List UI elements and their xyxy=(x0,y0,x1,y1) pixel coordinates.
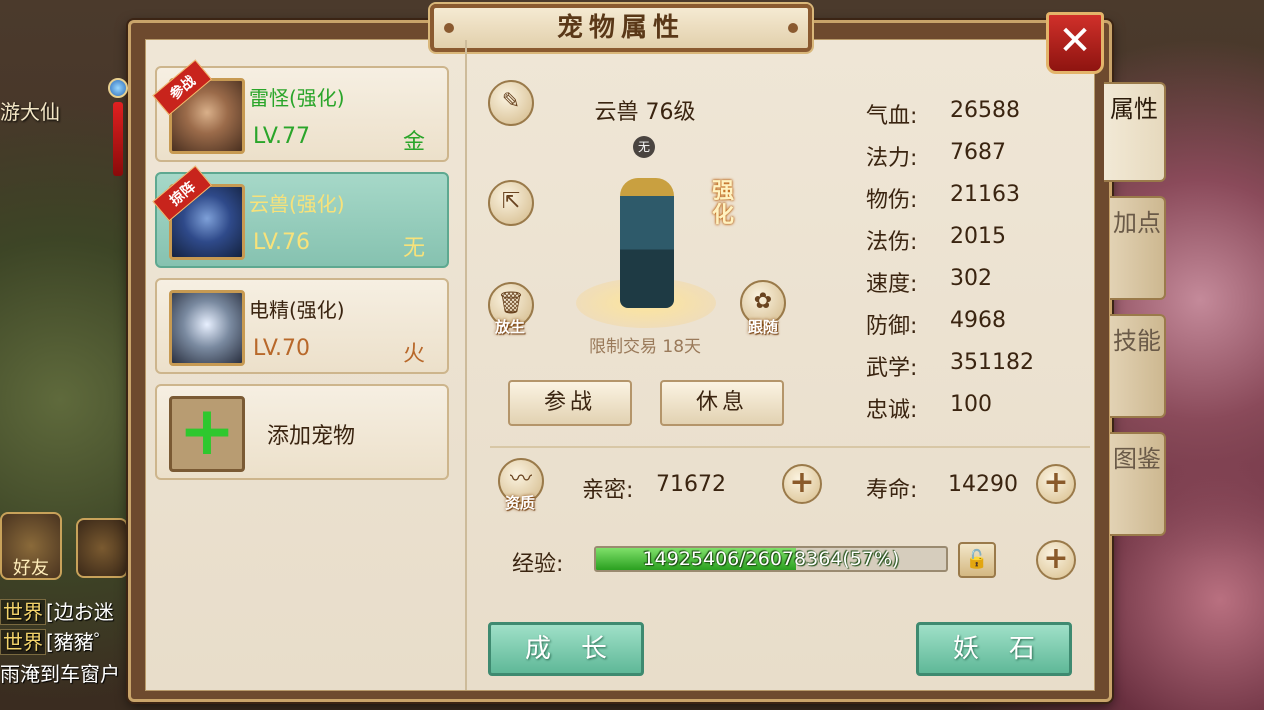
intimacy-label: 亲密: xyxy=(582,478,634,503)
stat-defense: 防御: 4968 xyxy=(866,308,1006,339)
pet-model xyxy=(576,168,716,328)
stat-mp: 法力: 7687 xyxy=(866,140,1006,171)
enhanced-label: 强化 xyxy=(712,179,735,228)
section-divider xyxy=(490,446,1090,448)
pet-element: 金 xyxy=(402,130,425,155)
grow-button[interactable]: 成长 xyxy=(488,622,644,676)
pet-card-dianjing[interactable]: 电精(强化) LV.70 火 xyxy=(155,278,449,374)
pet-card-leiguai[interactable]: 参战 雷怪(强化) LV.77 金 xyxy=(152,59,449,162)
exp-label: 经验: xyxy=(512,552,564,577)
pet-name: 云兽(强化) xyxy=(249,192,345,216)
pet-element: 火 xyxy=(402,342,425,367)
chat-bubble-icon[interactable] xyxy=(76,518,128,578)
add-intimacy-button[interactable]: + xyxy=(782,464,822,504)
exp-progress-text: 14925406/26078364(57%) xyxy=(642,548,900,570)
trade-limit-text: 限制交易 18天 xyxy=(588,337,702,357)
pet-name: 雷怪(强化) xyxy=(249,86,345,110)
follow-label: 跟随 xyxy=(747,318,778,336)
stat-phys-dmg: 物伤: 21163 xyxy=(866,182,1020,213)
window-title: 宠物属性 xyxy=(430,4,812,52)
pet-title: 云兽 76级 xyxy=(594,100,696,125)
chat-line: 雨淹到车窗户 xyxy=(0,662,120,686)
lifespan-value: 14290 xyxy=(948,472,1018,497)
chat-line: 世界 [豬豬゜ xyxy=(0,626,114,655)
battle-button[interactable]: 参战 xyxy=(508,380,632,426)
share-icon[interactable]: ⇱ xyxy=(488,180,534,226)
stat-magic-dmg: 法伤: 2015 xyxy=(866,224,1006,255)
pet-card-yunshou[interactable]: 掠阵 云兽(强化) LV.76 无 xyxy=(152,165,449,268)
plus-icon: + xyxy=(169,396,245,472)
add-exp-button[interactable]: + xyxy=(1036,540,1076,580)
friend-button[interactable]: 好友 xyxy=(0,512,62,580)
pencil-icon[interactable]: ✎ xyxy=(488,80,534,126)
panel-divider xyxy=(465,40,467,690)
demon-stone-button[interactable]: 妖石 xyxy=(916,622,1072,676)
element-badge: 无 xyxy=(633,136,655,158)
friend-label: 好友 xyxy=(13,558,49,579)
rest-button[interactable]: 休息 xyxy=(660,380,784,426)
tab-skills[interactable]: 技能 xyxy=(1110,314,1166,418)
npc-name-label: 游大仙 xyxy=(0,100,60,124)
stat-hp: 气血: 26588 xyxy=(866,98,1020,129)
exp-progress-bar: 14925406/26078364(57%) xyxy=(594,546,948,572)
stat-speed: 速度: 302 xyxy=(866,266,992,297)
pet-name: 电精(强化) xyxy=(249,298,345,322)
add-pet-card[interactable]: + 添加宠物 xyxy=(155,384,449,480)
chat-line: 世界 [边お迷 xyxy=(0,596,114,625)
add-lifespan-button[interactable]: + xyxy=(1036,464,1076,504)
lock-icon[interactable]: 🔓 xyxy=(958,542,996,578)
pet-avatar xyxy=(169,290,245,366)
lifespan-label: 寿命: xyxy=(866,478,918,503)
pet-level: LV.77 xyxy=(253,124,311,149)
stat-loyalty: 忠诚: 100 xyxy=(866,392,992,423)
release-label: 放生 xyxy=(494,318,525,336)
tab-add-points[interactable]: 加点 xyxy=(1110,196,1166,300)
add-pet-label: 添加宠物 xyxy=(267,424,356,449)
close-icon: ✕ xyxy=(1058,18,1092,64)
stat-martial: 武学: 351182 xyxy=(866,350,1034,381)
pet-level: LV.70 xyxy=(253,336,311,361)
tab-collection[interactable]: 图鉴 xyxy=(1110,432,1166,536)
intimacy-value: 71672 xyxy=(656,472,726,497)
close-button[interactable]: ✕ xyxy=(1046,12,1104,74)
aptitude-label: 资质 xyxy=(504,494,535,512)
hanging-ornament xyxy=(106,56,130,176)
tab-attributes[interactable]: 属性 xyxy=(1104,82,1166,182)
pet-level: LV.76 xyxy=(253,230,311,255)
pet-element: 无 xyxy=(402,236,425,261)
